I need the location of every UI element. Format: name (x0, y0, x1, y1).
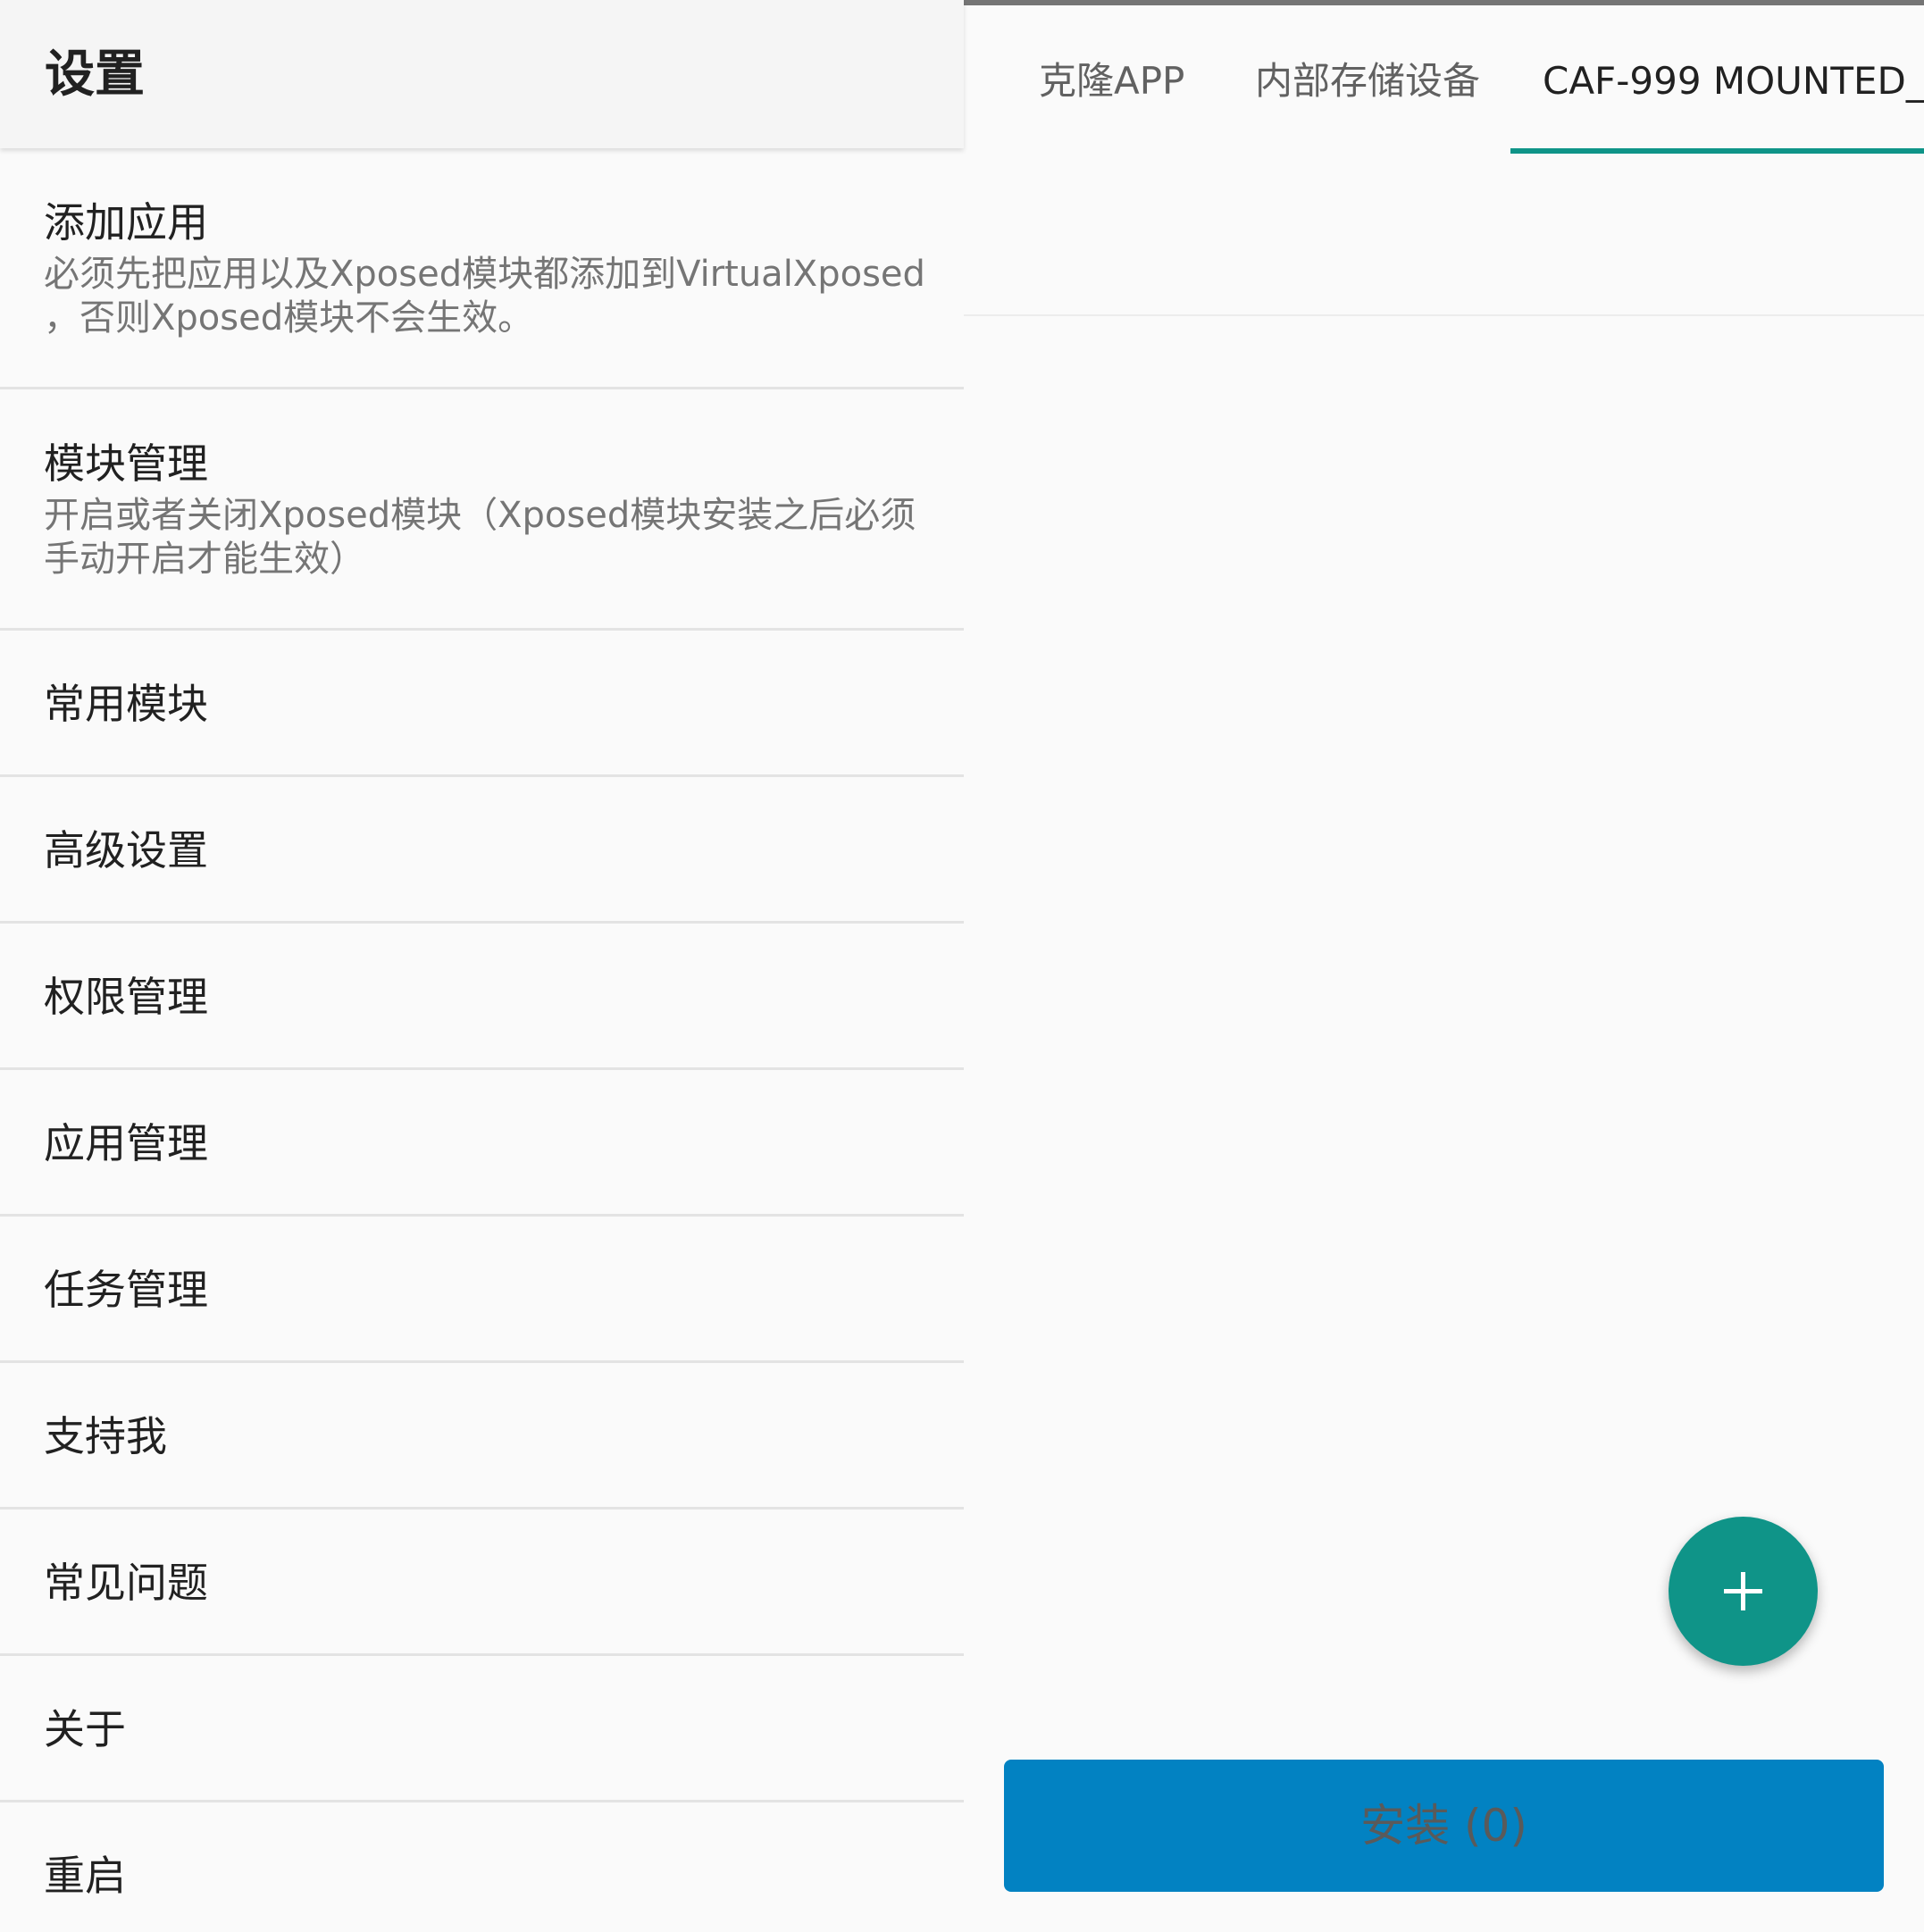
settings-item-title: 常用模块 (44, 680, 208, 728)
settings-item-title: 支持我 (44, 1412, 167, 1460)
tab-bar: 克隆APP 内部存储设备 CAF-999 MOUNTED_ (964, 5, 1924, 157)
settings-item-module-manage[interactable]: 模块管理 开启或者关闭Xposed模块（Xposed模块安装之后必须手动开启才能… (0, 389, 964, 631)
app-list-empty (964, 157, 1924, 316)
settings-header: 设置 (0, 0, 964, 148)
settings-item-title: 重启 (44, 1852, 126, 1900)
settings-item-title: 模块管理 (44, 439, 208, 488)
page-title: 设置 (45, 46, 145, 104)
settings-item-task-manage[interactable]: 任务管理 (0, 1217, 964, 1363)
settings-item-support[interactable]: 支持我 (0, 1363, 964, 1510)
settings-list: 添加应用 必须先把应用以及Xposed模块都添加到VirtualXposed ，… (0, 148, 964, 1932)
settings-item-reboot[interactable]: 重启 (0, 1802, 964, 1932)
settings-item-title: 添加应用 (44, 198, 208, 247)
settings-pane: 设置 添加应用 必须先把应用以及Xposed模块都添加到VirtualXpose… (0, 0, 964, 1932)
settings-item-advanced[interactable]: 高级设置 (0, 777, 964, 924)
tab-clone-app[interactable]: 克隆APP (1039, 5, 1184, 157)
settings-item-permissions[interactable]: 权限管理 (0, 924, 964, 1070)
settings-item-faq[interactable]: 常见问题 (0, 1510, 964, 1656)
tab-indicator (1510, 148, 1924, 154)
tab-external-storage[interactable]: CAF-999 MOUNTED_ (1543, 5, 1924, 157)
settings-item-summary: 必须先把应用以及Xposed模块都添加到VirtualXposed ，否则Xpo… (44, 254, 925, 339)
install-button[interactable]: 安装 (0) (1004, 1760, 1884, 1892)
settings-item-title: 高级设置 (44, 826, 208, 874)
settings-item-title: 常见问题 (44, 1559, 208, 1607)
settings-item-title: 应用管理 (44, 1119, 208, 1167)
settings-item-app-manage[interactable]: 应用管理 (0, 1070, 964, 1217)
tab-internal-storage[interactable]: 内部存储设备 (1255, 5, 1480, 157)
settings-item-common-modules[interactable]: 常用模块 (0, 631, 964, 777)
app-picker-pane: 克隆APP 内部存储设备 CAF-999 MOUNTED_ 安装 (0) (964, 0, 1924, 1932)
plus-icon (1724, 1572, 1762, 1610)
add-fab-button[interactable] (1669, 1517, 1818, 1666)
settings-item-title: 任务管理 (44, 1266, 208, 1314)
settings-item-title: 权限管理 (44, 973, 208, 1021)
settings-item-add-app[interactable]: 添加应用 必须先把应用以及Xposed模块都添加到VirtualXposed ，… (0, 148, 964, 389)
settings-item-title: 关于 (44, 1705, 126, 1753)
settings-item-about[interactable]: 关于 (0, 1656, 964, 1802)
settings-item-summary: 开启或者关闭Xposed模块（Xposed模块安装之后必须手动开启才能生效） (44, 495, 916, 580)
screen: 设置 添加应用 必须先把应用以及Xposed模块都添加到VirtualXpose… (0, 0, 1924, 1932)
